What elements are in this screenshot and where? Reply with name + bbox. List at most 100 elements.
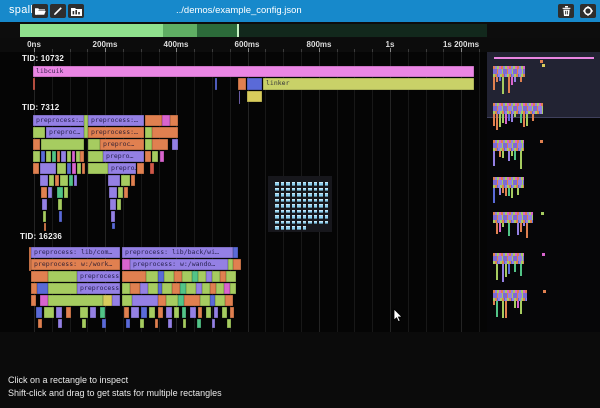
flame-rect[interactable] — [215, 295, 225, 306]
flame-rect[interactable] — [57, 151, 60, 162]
flame-rect[interactable] — [57, 163, 66, 174]
flame-rect[interactable] — [155, 319, 158, 328]
flame-rect[interactable] — [33, 151, 40, 162]
flame-rect[interactable]: preprocess: w:/work… — [31, 259, 120, 270]
flame-rect[interactable] — [74, 175, 77, 186]
flame-rect[interactable]: preprocess: lib/com… — [31, 247, 120, 258]
settings-button[interactable] — [580, 4, 596, 18]
flame-rect[interactable] — [103, 295, 112, 306]
flame-rect[interactable] — [48, 187, 52, 198]
flame-rect[interactable] — [122, 271, 146, 282]
histogram-strip[interactable] — [0, 22, 600, 38]
flame-rect[interactable] — [182, 271, 192, 282]
flame-rect[interactable] — [145, 115, 162, 126]
flame-rect[interactable] — [109, 187, 117, 198]
flame-rect[interactable] — [162, 115, 170, 126]
flame-rect[interactable] — [145, 127, 152, 138]
flame-rect[interactable]: preproc… — [46, 127, 84, 138]
flame-rect[interactable] — [64, 187, 68, 198]
flame-rect[interactable] — [40, 163, 56, 174]
flame-rect[interactable] — [140, 283, 148, 294]
flame-rect[interactable] — [38, 319, 42, 328]
flame-rect[interactable] — [60, 175, 68, 186]
trash-button[interactable] — [558, 4, 574, 18]
flame-rect[interactable] — [160, 151, 164, 162]
flame-rect[interactable] — [72, 151, 75, 162]
flame-rect[interactable] — [174, 307, 179, 318]
flame-rect[interactable] — [31, 295, 36, 306]
flame-rect[interactable]: prepro… — [103, 151, 144, 162]
flame-rect[interactable] — [198, 271, 206, 282]
flame-rect[interactable] — [72, 163, 76, 174]
flame-rect[interactable] — [172, 139, 178, 150]
flame-rect[interactable]: prepro… — [108, 163, 136, 174]
flame-rect[interactable]: preprocess:… — [88, 115, 144, 126]
flame-rect[interactable] — [52, 151, 56, 162]
flame-rect[interactable] — [214, 307, 218, 318]
flame-rect[interactable] — [82, 319, 86, 328]
flame-rect[interactable] — [121, 175, 130, 186]
flame-rect[interactable] — [183, 319, 186, 328]
flame-rect[interactable] — [247, 78, 262, 90]
flame-rect[interactable] — [82, 163, 85, 174]
flame-rect[interactable] — [57, 187, 63, 198]
flame-rect[interactable] — [100, 307, 105, 318]
flame-rect[interactable] — [33, 78, 35, 90]
flame-rect[interactable] — [132, 295, 158, 306]
flame-rect[interactable] — [216, 283, 224, 294]
flame-rect[interactable] — [158, 307, 163, 318]
flame-rect[interactable] — [41, 139, 84, 150]
flame-rect[interactable] — [88, 163, 108, 174]
flame-rect[interactable] — [59, 211, 62, 222]
flame-rect[interactable] — [150, 163, 154, 174]
flame-rect[interactable] — [112, 295, 120, 306]
flame-rect[interactable] — [117, 199, 121, 210]
flame-rect[interactable] — [126, 319, 130, 328]
flame-rect[interactable] — [33, 163, 39, 174]
flame-rect[interactable] — [152, 139, 168, 150]
flame-rect[interactable] — [170, 115, 178, 126]
flame-rect[interactable] — [40, 295, 48, 306]
flame-rect[interactable] — [124, 187, 128, 198]
flame-rect[interactable] — [66, 307, 71, 318]
flame-rect[interactable] — [44, 307, 54, 318]
flame-rect[interactable] — [80, 151, 84, 162]
flame-rect[interactable] — [233, 259, 241, 270]
flame-rect[interactable] — [33, 139, 40, 150]
flame-rect[interactable] — [130, 283, 140, 294]
flame-rect[interactable] — [168, 319, 172, 328]
flame-rect[interactable] — [49, 175, 54, 186]
flame-rect[interactable] — [146, 271, 158, 282]
flame-rect[interactable] — [141, 307, 147, 318]
timeline-ruler[interactable]: 0ns200ms400ms600ms800ms1s1s 200ms — [0, 38, 600, 52]
flame-rect[interactable] — [41, 151, 45, 162]
flame-rect[interactable]: preprocess: w… — [77, 283, 120, 294]
flame-rect[interactable] — [198, 307, 202, 318]
flame-rect[interactable]: preprocess: w… — [77, 271, 120, 282]
flame-canvas[interactable]: TID: 10732TID: 7312TID: 16236libcuiklink… — [0, 52, 487, 332]
flame-rect[interactable] — [33, 127, 45, 138]
flame-rect[interactable] — [174, 271, 182, 282]
flame-rect[interactable] — [67, 163, 71, 174]
flame-rect[interactable] — [226, 271, 236, 282]
flame-rect[interactable] — [108, 175, 120, 186]
flame-rect[interactable] — [212, 319, 215, 328]
flame-rect[interactable] — [110, 199, 116, 210]
flame-rect[interactable] — [182, 307, 186, 318]
flame-rect[interactable] — [227, 319, 231, 328]
flame-rect[interactable] — [145, 139, 152, 150]
flame-rect[interactable] — [122, 259, 130, 270]
flame-rect[interactable]: libcuik — [33, 66, 474, 77]
flame-rect[interactable] — [164, 271, 174, 282]
flame-rect[interactable] — [48, 283, 77, 294]
flame-rect[interactable] — [162, 283, 172, 294]
flame-rect[interactable] — [238, 78, 246, 90]
flame-rect[interactable]: preprocess: lib/back/wi… — [122, 247, 233, 258]
flame-rect[interactable] — [230, 283, 236, 294]
flame-rect[interactable] — [197, 319, 201, 328]
flame-rect[interactable] — [148, 283, 158, 294]
minimap[interactable] — [487, 52, 600, 332]
flame-rect[interactable] — [88, 139, 100, 150]
flame-rect[interactable] — [230, 307, 234, 318]
flame-rect[interactable] — [67, 151, 71, 162]
